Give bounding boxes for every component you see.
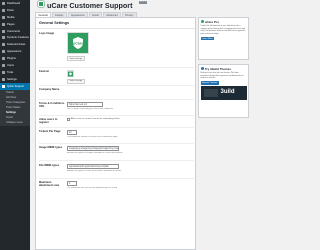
logo-select-button[interactable]: Select Image bbox=[67, 56, 85, 61]
logo-label: Logo Image bbox=[39, 32, 55, 35]
favicon-label: Favicon bbox=[39, 70, 50, 73]
support-submenu: Tickets Add New Ticket Categories Ticket St… bbox=[0, 89, 30, 126]
company-name-label: Company Name bbox=[39, 88, 60, 91]
terms-url-label: Terms & Conditions URL bbox=[39, 102, 65, 109]
ucare-logo bbox=[38, 1, 44, 7]
sidebar-item-label: Dashboard bbox=[7, 1, 21, 5]
max-attachment-label: Maximum attachment size bbox=[39, 181, 60, 188]
sidebar-item-dynamic-features[interactable]: Dynamic Features bbox=[0, 34, 30, 41]
shield-logo-icon: uCare bbox=[68, 33, 88, 53]
sidebar-item-label: Users bbox=[7, 63, 15, 67]
image-mime-label: Image MIME types bbox=[39, 146, 63, 149]
file-mime-input[interactable]: application/pdf,application/zip,text/pla… bbox=[67, 164, 119, 169]
media-icon bbox=[2, 15, 5, 19]
sidebar-item-appearance[interactable]: Appearance bbox=[0, 48, 30, 55]
browse-themes-button[interactable]: Browse Themes bbox=[200, 81, 219, 85]
image-mime-row: Image MIME types image/jpeg,image/png,im… bbox=[39, 146, 194, 160]
allow-register-checkbox[interactable] bbox=[67, 118, 70, 121]
sidebar-item-quick-support[interactable]: Quick Support bbox=[0, 82, 30, 90]
tickets-per-page-row: Tickets Per Page 10 The maximum number o… bbox=[39, 130, 194, 142]
brush-icon bbox=[2, 50, 5, 54]
sidebar-item-label: Quick Support bbox=[7, 84, 25, 88]
sidebar-item-featured-areas[interactable]: Featured Areas bbox=[0, 41, 30, 48]
sidebar-item-label: Tools bbox=[7, 70, 14, 74]
logo-row: Logo Image uCare Select Image bbox=[39, 32, 194, 66]
builder-banner: 3uild bbox=[200, 86, 247, 101]
sidebar-item-settings[interactable]: Settings bbox=[0, 76, 30, 83]
favicon-row: Favicon Select Image bbox=[39, 70, 194, 84]
sidebar-item-label: Featured Areas bbox=[7, 43, 26, 47]
favicon-select-button[interactable]: Select Image bbox=[67, 78, 85, 84]
sidebar-item-comments[interactable]: Comments bbox=[0, 28, 30, 35]
sidebar-item-users[interactable]: Users bbox=[0, 62, 30, 69]
sidebar-item-plugins[interactable]: Plugins bbox=[0, 55, 30, 62]
sidebar-item-pages[interactable]: Pages bbox=[0, 21, 30, 28]
image-mime-input[interactable]: image/jpeg,image/png,image/gif,image/bmp… bbox=[67, 146, 119, 151]
company-name-row: Company Name bbox=[39, 88, 194, 96]
ucare-pro-widget: uCare Pro Unlock the full potential of y… bbox=[198, 17, 249, 60]
logo-preview: uCare bbox=[67, 32, 89, 54]
terms-url-desc: URL to page containing your terms and co… bbox=[67, 107, 114, 110]
builder-themes-title: Try 3build Themes bbox=[204, 66, 232, 71]
terms-url-row: Terms & Conditions URL https://tac.test.… bbox=[39, 102, 194, 114]
dashboard-icon bbox=[2, 1, 5, 5]
allow-register-row: Allow users to register Allow users to c… bbox=[39, 118, 194, 126]
sidebar-item-tools[interactable]: Tools bbox=[0, 69, 30, 76]
max-attachment-input[interactable]: 2 bbox=[67, 181, 77, 186]
svg-text:uCare: uCare bbox=[73, 42, 83, 46]
sidebar-item-media[interactable]: Media bbox=[0, 14, 30, 21]
file-mime-label: File MIME types bbox=[39, 164, 60, 167]
ucare-pro-text: Unlock the full potential of your help d… bbox=[200, 25, 246, 35]
sidebar-item-label: Comments bbox=[7, 29, 20, 33]
version-badge: v1.7.1 bbox=[139, 0, 147, 4]
banner-screen bbox=[203, 89, 218, 98]
sidebar-item-dashboard[interactable]: Dashboard bbox=[0, 0, 30, 7]
tickets-per-page-input[interactable]: 10 bbox=[67, 130, 77, 135]
ucare-pro-icon bbox=[200, 19, 204, 24]
sidebar-item-posts[interactable]: Posts bbox=[0, 7, 30, 14]
file-mime-row: File MIME types application/pdf,applicat… bbox=[39, 164, 194, 178]
page-title: uCare Customer Support bbox=[47, 0, 133, 10]
learn-more-button[interactable]: Learn More bbox=[200, 36, 215, 41]
areas-icon bbox=[2, 43, 5, 47]
builder-themes-text: Build your site fast with our themes. Pi… bbox=[200, 72, 244, 80]
builder-themes-icon bbox=[200, 66, 204, 71]
sidebar-item-label: Dynamic Features bbox=[7, 36, 29, 40]
ucare-pro-title: uCare Pro bbox=[204, 19, 220, 24]
sidebar-item-label: Appearance bbox=[7, 50, 22, 54]
builder-themes-widget: Try 3build Themes Build your site fast w… bbox=[198, 64, 249, 118]
favicon-icon bbox=[68, 71, 73, 76]
terms-url-input[interactable]: https://tac.test.co/ bbox=[67, 102, 103, 107]
sliders-icon bbox=[2, 77, 5, 81]
tickets-per-page-label: Tickets Per Page bbox=[39, 130, 61, 133]
pin-icon bbox=[2, 8, 5, 12]
features-icon bbox=[2, 36, 5, 40]
sidebar-item-label: Media bbox=[7, 15, 15, 19]
favicon-preview bbox=[67, 70, 74, 77]
max-attachment-row: Maximum attachment size 2 The maximum si… bbox=[39, 181, 194, 193]
max-attachment-desc: The maximum size that can be uploaded pe… bbox=[67, 186, 118, 189]
wrench-icon bbox=[2, 70, 5, 74]
admin-sidebar: Dashboard Posts Media Pages Comments Dynamic … bbox=[0, 0, 30, 250]
support-icon bbox=[2, 84, 5, 88]
banner-logo-text: 3uild bbox=[220, 89, 235, 96]
image-mime-desc: Allowed file types for images uploaded a… bbox=[67, 151, 123, 154]
sidebar-item-label: Plugins bbox=[7, 57, 16, 61]
tickets-per-page-desc: The maximum number of tickets to be load… bbox=[67, 135, 118, 138]
sidebar-item-label: Settings bbox=[7, 77, 17, 81]
sidebar-item-label: Posts bbox=[7, 8, 14, 12]
users-icon bbox=[2, 63, 5, 67]
plugin-icon bbox=[2, 57, 5, 61]
file-mime-desc: Allowed file types for other attachments… bbox=[67, 169, 122, 172]
panel-title: General Settings bbox=[36, 18, 195, 29]
comments-icon bbox=[2, 29, 5, 33]
sidebar-item-label: Pages bbox=[7, 22, 15, 26]
allow-register-text: Allow users to create account for submit… bbox=[70, 118, 120, 121]
submenu-item-collapse-menu[interactable]: Collapse menu bbox=[0, 120, 30, 125]
page-icon bbox=[2, 22, 5, 26]
settings-panel: General Settings Logo Image uCare Select… bbox=[35, 17, 196, 250]
allow-register-label: Allow users to register bbox=[39, 118, 58, 125]
